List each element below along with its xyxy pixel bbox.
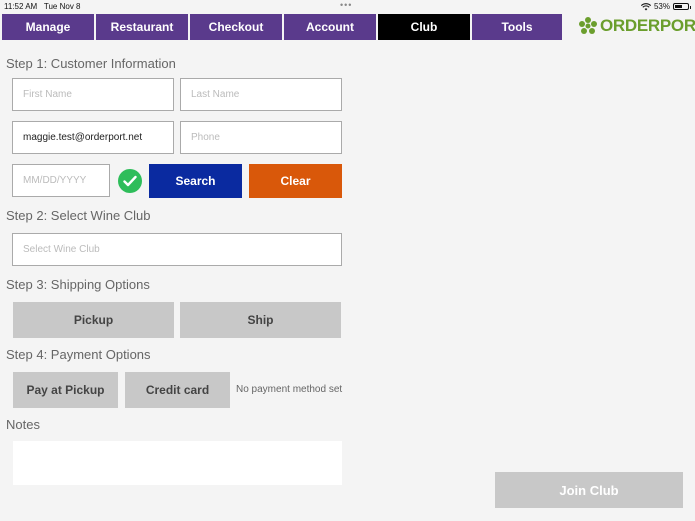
credit-card-button[interactable]: Credit card [125, 372, 230, 408]
step1-title: Step 1: Customer Information [6, 56, 176, 71]
step2-title: Step 2: Select Wine Club [6, 208, 151, 223]
status-right: 53% [640, 2, 691, 11]
pickup-button[interactable]: Pickup [13, 302, 174, 338]
status-time: 11:52 AM Tue Nov 8 [4, 2, 81, 11]
tab-account[interactable]: Account [284, 14, 376, 40]
multitask-dots[interactable]: ••• [340, 0, 352, 10]
email-field[interactable]: maggie.test@orderport.net [12, 121, 174, 154]
first-name-field[interactable]: First Name [12, 78, 174, 111]
phone-field[interactable]: Phone [180, 121, 342, 154]
status-date: Tue Nov 8 [43, 2, 81, 11]
status-clock: 11:52 AM [4, 2, 38, 11]
tab-manage[interactable]: Manage [2, 14, 94, 40]
notes-textarea[interactable] [13, 441, 342, 485]
logo-text: ORDERPORT [600, 16, 695, 35]
orderport-logo: ORDERPORT [578, 16, 695, 36]
tab-checkout[interactable]: Checkout [190, 14, 282, 40]
last-name-field[interactable]: Last Name [180, 78, 342, 111]
wine-club-select[interactable]: Select Wine Club [12, 233, 342, 266]
ship-button[interactable]: Ship [180, 302, 341, 338]
battery-level [675, 5, 682, 8]
wifi-icon [640, 2, 651, 10]
join-club-button[interactable]: Join Club [495, 472, 683, 508]
battery-percent: 53% [653, 2, 670, 11]
clear-button[interactable]: Clear [249, 164, 342, 198]
verified-check-icon [118, 169, 142, 193]
step4-title: Step 4: Payment Options [6, 347, 151, 362]
birthdate-field[interactable]: MM/DD/YYYY [12, 164, 110, 197]
payment-status: No payment method set [236, 384, 343, 395]
pay-at-pickup-button[interactable]: Pay at Pickup [13, 372, 118, 408]
status-bar: 11:52 AM Tue Nov 8 ••• 53% [0, 0, 695, 13]
step3-title: Step 3: Shipping Options [6, 277, 150, 292]
notes-title: Notes [6, 417, 40, 432]
battery-icon [673, 3, 691, 10]
grape-leaf-icon [579, 17, 597, 34]
search-button[interactable]: Search [149, 164, 242, 198]
tab-club[interactable]: Club [378, 14, 470, 40]
tab-tools[interactable]: Tools [472, 14, 562, 40]
tab-restaurant[interactable]: Restaurant [96, 14, 188, 40]
